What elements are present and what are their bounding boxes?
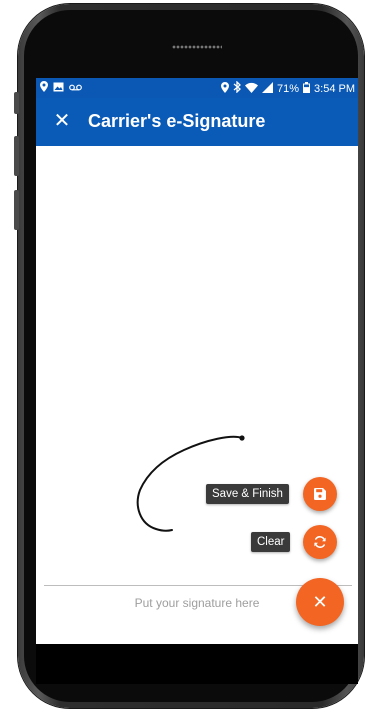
voicemail-icon [69,82,82,94]
clear-button[interactable] [303,525,337,559]
bluetooth-icon [233,80,241,96]
phone-speaker [172,44,222,50]
phone-bottom-bar [36,644,358,684]
save-icon [314,488,326,500]
location-icon [221,81,229,96]
refresh-icon [314,536,326,548]
save-finish-label[interactable]: Save & Finish [206,484,289,504]
status-left-icons [40,81,82,95]
signature-stroke [136,435,245,532]
status-bar: 71% 3:54 PM [36,78,358,98]
close-icon[interactable]: ✕ [50,109,74,133]
phone-volume-up [14,136,19,176]
image-icon [53,82,64,95]
status-time: 3:54 PM [314,82,355,95]
app-bar: ✕ Carrier's e-Signature [36,98,358,146]
status-right-icons: 71% 3:54 PM [221,80,355,96]
app-screen: 71% 3:54 PM ✕ Carrier's e-Signature Put … [36,78,358,644]
page-title: Carrier's e-Signature [88,111,266,131]
battery-icon [303,81,311,96]
phone-volume-down [14,190,19,230]
signal-icon [262,81,273,96]
save-finish-button[interactable] [303,477,337,511]
signature-canvas[interactable] [36,146,358,644]
actions-menu-button[interactable]: ✕ [296,578,344,626]
location-icon [40,81,48,95]
clear-label[interactable]: Clear [251,532,291,552]
battery-percent: 71% [277,82,300,95]
phone-mute-switch [14,92,19,114]
wifi-icon [245,82,258,96]
close-icon: ✕ [312,591,328,612]
